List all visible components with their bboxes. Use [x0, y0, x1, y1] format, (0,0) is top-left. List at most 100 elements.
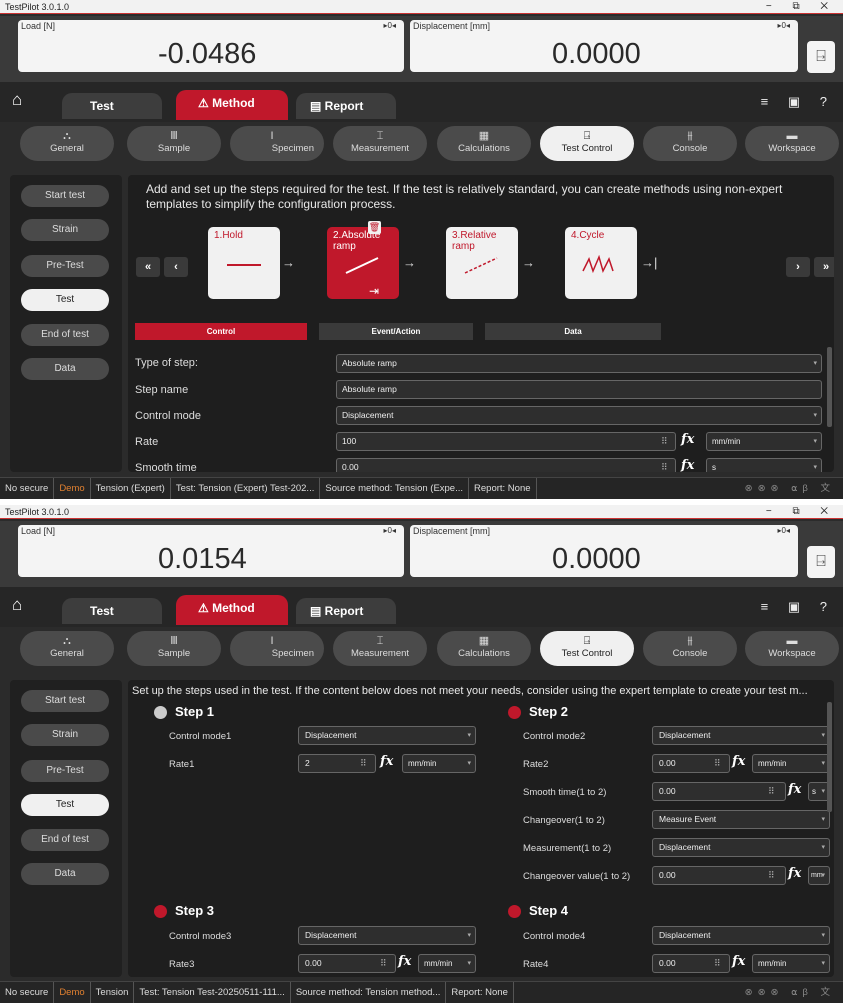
nav-next-button[interactable]: › — [786, 257, 810, 277]
type-of-step-select[interactable]: Absolute ramp — [336, 354, 822, 373]
side-test[interactable]: Test — [21, 794, 109, 816]
window-controls[interactable]: − ⧉ ✕ — [766, 0, 837, 14]
subnav-sample[interactable]: Ⅲ Sample — [127, 631, 221, 666]
subnav-console[interactable]: ⫵ Console — [643, 631, 737, 666]
changeover-select[interactable]: Measure Event — [652, 810, 830, 829]
keypad-icon[interactable]: ⠿ — [661, 436, 668, 447]
load-zero-button[interactable]: ▸0◂ — [384, 21, 396, 30]
tab-method[interactable]: ⚠ Method — [176, 90, 288, 120]
side-start-test[interactable]: Start test — [21, 185, 109, 207]
status-icons[interactable]: ⊗⊗⊗ ⍺β 文 — [745, 982, 835, 1003]
toolbar-icons[interactable]: ≡ ▣ ? — [761, 94, 835, 110]
tab-method[interactable]: ⚠ Method — [176, 595, 288, 625]
exit-icon[interactable]: ⍈ — [807, 41, 835, 73]
scrollbar[interactable] — [827, 347, 832, 427]
subnav-general[interactable]: ⛬ General — [20, 126, 114, 161]
tab-event-action[interactable]: Event/Action — [319, 323, 473, 340]
control-mode-select[interactable]: Displacement — [336, 406, 822, 425]
side-pre-test[interactable]: Pre-Test — [21, 760, 109, 782]
tab-report[interactable]: ▤ Report — [296, 598, 396, 624]
formula-icon[interactable]: fx — [681, 432, 694, 447]
displacement-zero-button[interactable]: ▸0◂ — [778, 21, 790, 30]
subnav-workspace[interactable]: ▬ Workspace — [745, 631, 839, 666]
tab-report[interactable]: ▤ Report — [296, 93, 396, 119]
side-strain[interactable]: Strain — [21, 724, 109, 746]
keypad-icon[interactable]: ⠿ — [380, 958, 387, 969]
scrollbar[interactable] — [827, 702, 832, 812]
subnav-specimen[interactable]: I Specimen — [230, 631, 324, 666]
changeover-value-input[interactable]: 0.00 — [652, 866, 786, 885]
control-mode4-select[interactable]: Displacement — [652, 926, 830, 945]
keypad-icon[interactable]: ⠿ — [360, 758, 367, 769]
nav-last-button[interactable]: » — [814, 257, 834, 277]
keypad-icon[interactable]: ⠿ — [714, 958, 721, 969]
control-mode1-select[interactable]: Displacement — [298, 726, 476, 745]
step-card-hold[interactable]: 1.Hold — [208, 227, 280, 299]
control-mode3-select[interactable]: Displacement — [298, 926, 476, 945]
formula-icon[interactable]: fx — [398, 954, 411, 969]
formula-icon[interactable]: fx — [732, 954, 745, 969]
formula-icon[interactable]: fx — [681, 458, 694, 472]
rate3-unit-select[interactable]: mm/min — [418, 954, 476, 973]
changeover-unit-select[interactable]: mm — [808, 866, 830, 885]
side-end-of-test[interactable]: End of test — [21, 324, 109, 346]
displacement-zero-button[interactable]: ▸0◂ — [778, 526, 790, 535]
home-icon[interactable]: ⌂ — [12, 595, 22, 615]
formula-icon[interactable]: fx — [788, 782, 801, 797]
step-name-input[interactable]: Absolute ramp — [336, 380, 822, 399]
keypad-icon[interactable]: ⠿ — [768, 870, 775, 881]
exit-icon[interactable]: ⍈ — [807, 546, 835, 578]
rate4-unit-select[interactable]: mm/min — [752, 954, 830, 973]
smooth-time-unit-select[interactable]: s — [706, 458, 822, 472]
tab-test[interactable]: Test — [62, 93, 162, 119]
subnav-workspace[interactable]: ▬ Workspace — [745, 126, 839, 161]
rate-input[interactable]: 100 — [336, 432, 676, 451]
control-mode2-select[interactable]: Displacement — [652, 726, 830, 745]
side-test[interactable]: Test — [21, 289, 109, 311]
home-icon[interactable]: ⌂ — [12, 90, 22, 110]
rate1-unit-select[interactable]: mm/min — [402, 754, 476, 773]
step-card-relative-ramp[interactable]: 3.Relative ramp — [446, 227, 518, 299]
formula-icon[interactable]: fx — [732, 754, 745, 769]
smooth-time-input[interactable]: 0.00 — [652, 782, 786, 801]
nav-prev-button[interactable]: ‹ — [164, 257, 188, 277]
tab-control[interactable]: Control — [135, 323, 307, 340]
subnav-specimen[interactable]: I Specimen — [230, 126, 324, 161]
subnav-console[interactable]: ⫵ Console — [643, 126, 737, 161]
nav-first-button[interactable]: « — [136, 257, 160, 277]
side-pre-test[interactable]: Pre-Test — [21, 255, 109, 277]
status-icons[interactable]: ⊗⊗⊗ ⍺β 文 — [745, 478, 835, 499]
tab-data[interactable]: Data — [485, 323, 661, 340]
formula-icon[interactable]: fx — [380, 754, 393, 769]
window-controls[interactable]: − ⧉ ✕ — [766, 505, 837, 519]
load-zero-button[interactable]: ▸0◂ — [384, 526, 396, 535]
step-card-cycle[interactable]: 4.Cycle — [565, 227, 637, 299]
measurement-select[interactable]: Displacement — [652, 838, 830, 857]
rate-unit-select[interactable]: mm/min — [706, 432, 822, 451]
delete-icon[interactable]: 🗑 — [368, 221, 381, 234]
subnav-calculations[interactable]: ▦ Calculations — [437, 631, 531, 666]
subnav-sample[interactable]: Ⅲ Sample — [127, 126, 221, 161]
rate2-unit-select[interactable]: mm/min — [752, 754, 830, 773]
formula-icon[interactable]: fx — [788, 866, 801, 881]
side-start-test[interactable]: Start test — [21, 690, 109, 712]
status-test: Test: Tension Test-20250511-111... — [134, 982, 291, 1003]
keypad-icon[interactable]: ⠿ — [661, 462, 668, 472]
subnav-measurement[interactable]: ⌶ Measurement — [333, 631, 427, 666]
tab-test[interactable]: Test — [62, 598, 162, 624]
side-data[interactable]: Data — [21, 863, 109, 885]
step-card-absolute-ramp[interactable]: 2.Absolute ramp ⇤⇥ — [327, 227, 399, 299]
subnav-test-control[interactable]: ⍈ Test Control — [540, 631, 634, 666]
subnav-general[interactable]: ⛬ General — [20, 631, 114, 666]
subnav-calculations[interactable]: ▦ Calculations — [437, 126, 531, 161]
keypad-icon[interactable]: ⠿ — [714, 758, 721, 769]
side-end-of-test[interactable]: End of test — [21, 829, 109, 851]
side-strain[interactable]: Strain — [21, 219, 109, 241]
subnav-measurement[interactable]: ⌶ Measurement — [333, 126, 427, 161]
toolbar-icons[interactable]: ≡ ▣ ? — [761, 599, 835, 615]
ramp-icon: ⇤⇥ — [343, 257, 379, 298]
subnav-test-control[interactable]: ⍈ Test Control — [540, 126, 634, 161]
keypad-icon[interactable]: ⠿ — [768, 786, 775, 797]
side-data[interactable]: Data — [21, 358, 109, 380]
smooth-time-input[interactable]: 0.00 — [336, 458, 676, 472]
